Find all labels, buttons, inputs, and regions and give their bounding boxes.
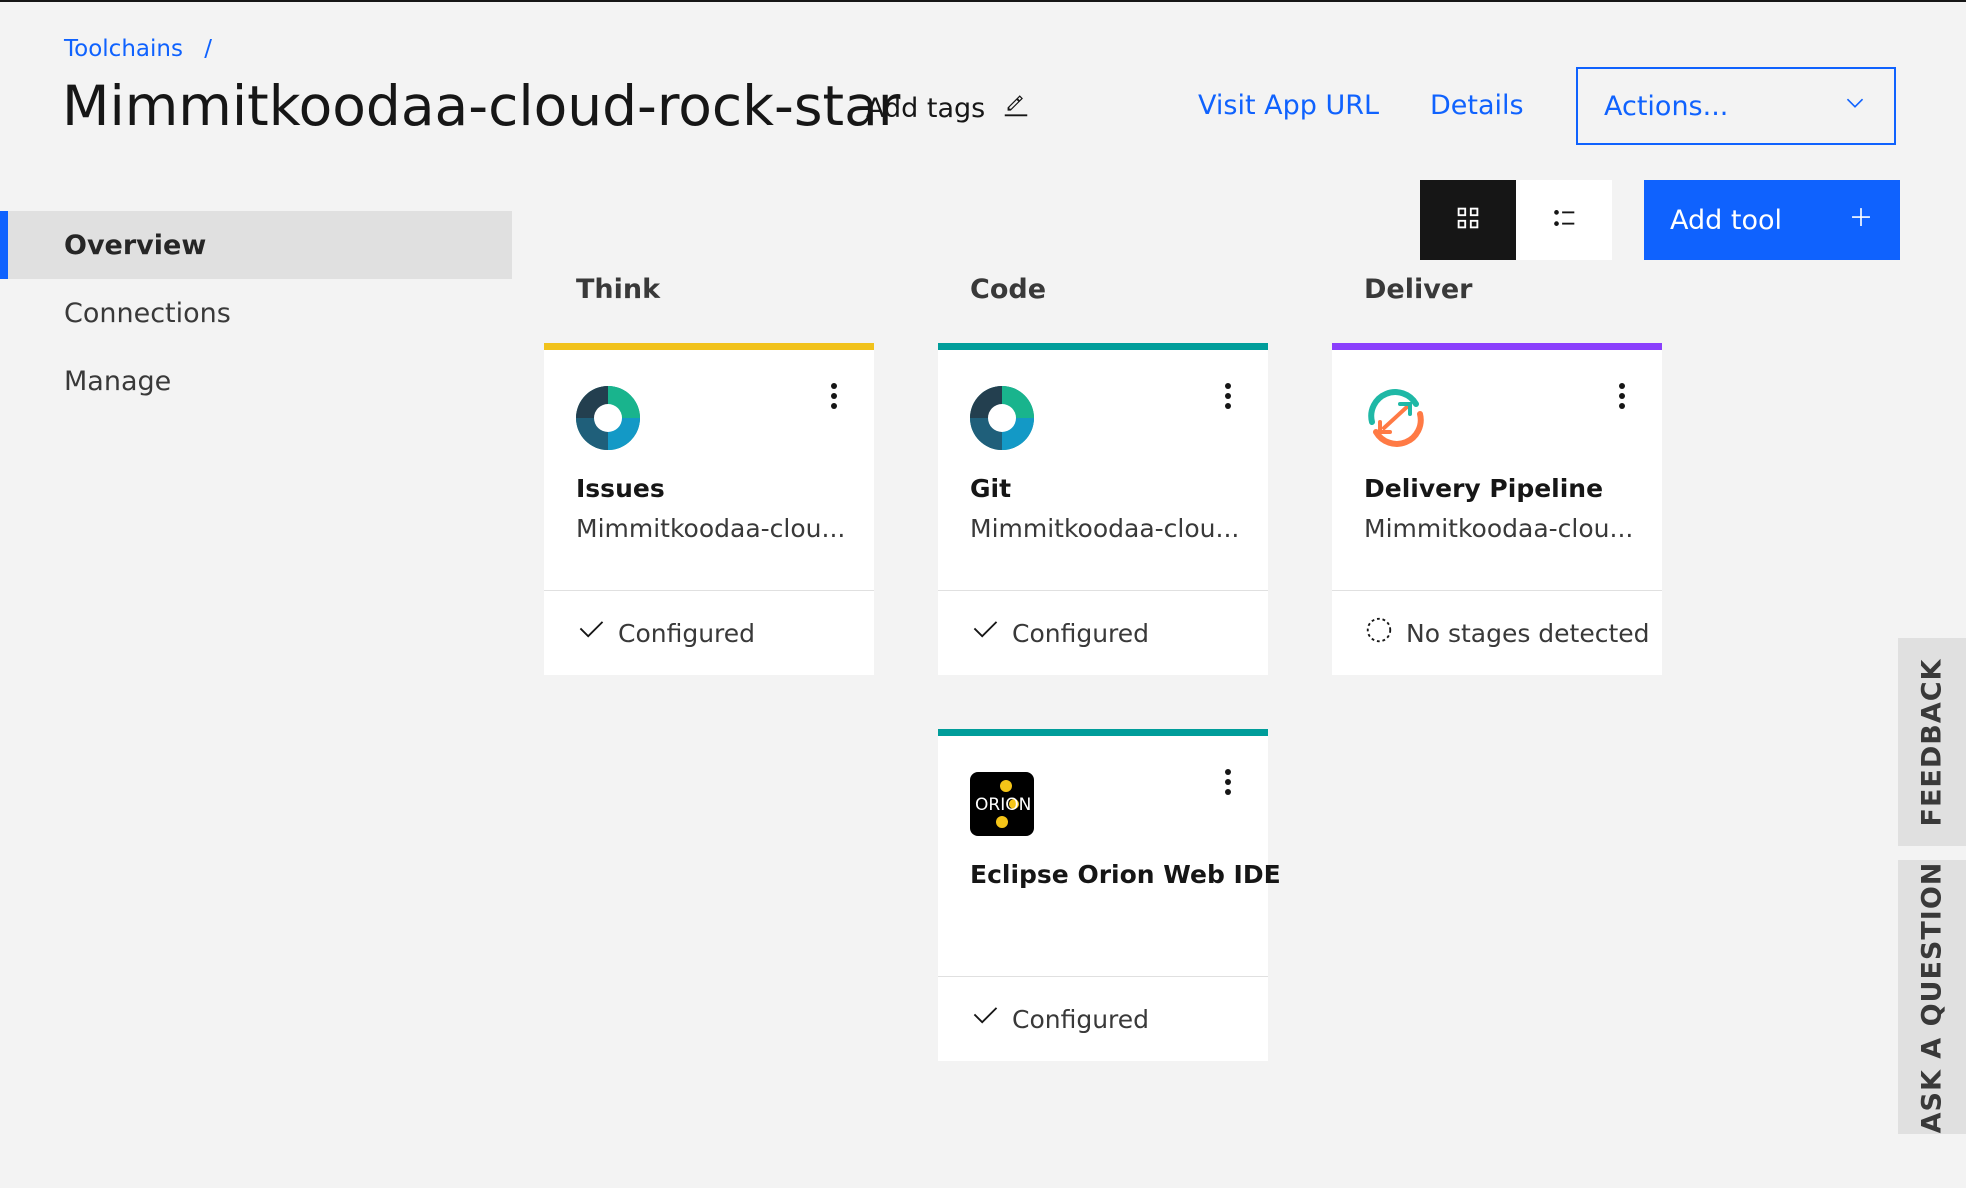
card-stripe: [938, 343, 1268, 350]
column-title-think: Think: [576, 274, 661, 305]
card-stripe: [938, 729, 1268, 736]
svg-text:ORION: ORION: [975, 795, 1031, 815]
tool-card-git[interactable]: Git Mimmitkoodaa-clou... Configured: [938, 343, 1268, 675]
card-status-label: Configured: [1012, 1004, 1150, 1034]
card-body: ORION Eclipse Orion Web IDE: [938, 736, 1281, 976]
card-status: Configured: [938, 976, 1268, 1061]
actions-dropdown[interactable]: Actions...: [1576, 67, 1896, 145]
add-tags-button[interactable]: Add tags: [866, 90, 1031, 127]
ask-question-tab[interactable]: ASK A QUESTION: [1898, 860, 1966, 1134]
breadcrumb-toolchains-link[interactable]: Toolchains: [64, 36, 183, 62]
delivery-pipeline-logo-icon: [1364, 386, 1428, 450]
view-toggle: [1420, 180, 1612, 260]
card-stripe: [1332, 343, 1662, 350]
add-tags-label: Add tags: [866, 93, 986, 124]
column-title-code: Code: [970, 274, 1047, 305]
tool-card-issues[interactable]: Issues Mimmitkoodaa-clou... Configured: [544, 343, 874, 675]
sidebar-active-indicator: [0, 211, 8, 279]
card-title: Eclipse Orion Web IDE: [970, 860, 1281, 889]
card-status: Configured: [938, 590, 1268, 675]
card-subtitle: Mimmitkoodaa-clou...: [576, 514, 846, 543]
card-title: Git: [970, 474, 1012, 503]
add-tool-button[interactable]: Add tool: [1644, 180, 1900, 260]
ask-question-tab-label: ASK A QUESTION: [1916, 861, 1948, 1133]
feedback-tab-label: FEEDBACK: [1916, 658, 1948, 826]
card-status-label: Configured: [1012, 618, 1150, 648]
card-overflow-menu-icon[interactable]: [1216, 380, 1240, 412]
feedback-tab[interactable]: FEEDBACK: [1898, 638, 1966, 846]
chevron-down-icon: [1842, 90, 1868, 123]
card-title: Delivery Pipeline: [1364, 474, 1604, 503]
card-status-label: Configured: [618, 618, 756, 648]
list-view-button[interactable]: [1516, 180, 1612, 260]
card-overflow-menu-icon[interactable]: [1610, 380, 1634, 412]
plus-icon: [1848, 204, 1874, 237]
card-body: Issues Mimmitkoodaa-clou...: [544, 350, 874, 590]
checkmark-icon: [970, 615, 1000, 651]
card-status: No stages detected: [1332, 590, 1662, 675]
card-subtitle: Mimmitkoodaa-clou...: [1364, 514, 1634, 543]
checkmark-icon: [970, 1001, 1000, 1037]
breadcrumb-separator: /: [204, 36, 213, 62]
breadcrumb: Toolchains /: [64, 36, 212, 62]
sidebar-item-label: Overview: [64, 229, 207, 261]
column-title-deliver: Deliver: [1364, 274, 1473, 305]
orion-logo-icon: ORION: [970, 772, 1034, 836]
card-stripe: [544, 343, 874, 350]
sidebar-item-overview[interactable]: Overview: [8, 211, 512, 279]
sidebar-item-label: Manage: [64, 365, 172, 397]
grid-view-button[interactable]: [1420, 180, 1516, 260]
card-overflow-menu-icon[interactable]: [1216, 766, 1240, 798]
checkmark-icon: [576, 615, 606, 651]
card-status: Configured: [544, 590, 874, 675]
card-body: Delivery Pipeline Mimmitkoodaa-clou...: [1332, 350, 1662, 590]
visit-app-url-link[interactable]: Visit App URL: [1198, 90, 1379, 121]
card-body: Git Mimmitkoodaa-clou...: [938, 350, 1268, 590]
tool-card-eclipse-orion[interactable]: ORION Eclipse Orion Web IDE Configured: [938, 729, 1281, 1061]
card-subtitle: Mimmitkoodaa-clou...: [970, 514, 1240, 543]
grid-icon: [1453, 203, 1483, 237]
sidebar-item-manage[interactable]: Manage: [0, 347, 512, 415]
sidebar-item-connections[interactable]: Connections: [0, 279, 512, 347]
card-title: Issues: [576, 474, 665, 503]
details-link[interactable]: Details: [1430, 90, 1524, 121]
edit-pencil-icon: [1001, 90, 1031, 127]
sidebar-item-label: Connections: [64, 297, 231, 329]
card-overflow-menu-icon[interactable]: [822, 380, 846, 412]
card-status-label: No stages detected: [1406, 618, 1650, 648]
git-logo-icon: [970, 386, 1034, 450]
tool-card-delivery-pipeline[interactable]: Delivery Pipeline Mimmitkoodaa-clou... N…: [1332, 343, 1662, 675]
issues-logo-icon: [576, 386, 640, 450]
page-title: Mimmitkoodaa-cloud-rock-star: [62, 74, 901, 138]
actions-dropdown-label: Actions...: [1604, 90, 1729, 122]
add-tool-label: Add tool: [1670, 204, 1782, 236]
list-icon: [1549, 203, 1579, 237]
dashed-circle-icon: [1364, 615, 1394, 651]
